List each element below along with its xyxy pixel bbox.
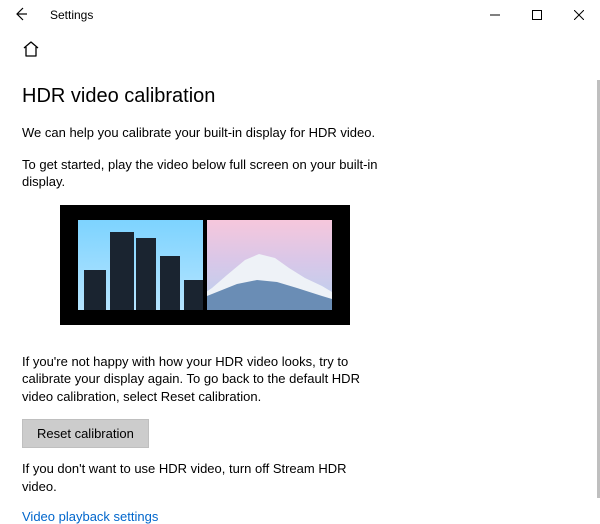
main-content: HDR video calibration We can help you ca… — [0, 67, 400, 524]
minimize-button[interactable] — [474, 0, 516, 30]
calibration-video-preview[interactable] — [60, 205, 350, 325]
subheader — [0, 30, 600, 67]
followup-text: If you're not happy with how your HDR vi… — [22, 353, 378, 406]
preview-pane-city — [78, 220, 203, 310]
preview-pane-mountain — [207, 220, 332, 310]
page-title: HDR video calibration — [22, 85, 378, 108]
maximize-button[interactable] — [516, 0, 558, 30]
turnoff-text: If you don't want to use HDR video, turn… — [22, 460, 378, 495]
intro-text: We can help you calibrate your built-in … — [22, 124, 378, 142]
window-controls — [474, 0, 600, 30]
instruction-text: To get started, play the video below ful… — [22, 156, 378, 191]
back-button[interactable] — [8, 5, 34, 26]
reset-calibration-button[interactable]: Reset calibration — [22, 419, 149, 448]
close-button[interactable] — [558, 0, 600, 30]
scrollbar[interactable] — [596, 80, 600, 500]
titlebar-left: Settings — [8, 5, 93, 26]
titlebar: Settings — [0, 0, 600, 30]
app-title: Settings — [50, 8, 93, 22]
home-icon[interactable] — [22, 40, 40, 61]
video-playback-settings-link[interactable]: Video playback settings — [22, 509, 158, 524]
